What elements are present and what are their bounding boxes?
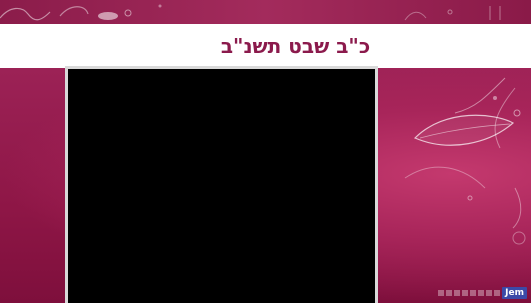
brand-logo: Jem xyxy=(438,287,527,299)
leaf-ornament-decoration xyxy=(404,77,526,245)
logo-dots-decoration xyxy=(438,290,501,296)
jem-logo: Jem xyxy=(502,287,527,299)
top-decorative-band xyxy=(0,0,531,24)
floral-swirl-decoration xyxy=(0,4,501,21)
page-title: כ"ב שבט תשנ"ב xyxy=(220,34,371,58)
title-bar: כ"ב שבט תשנ"ב xyxy=(0,24,531,68)
video-player[interactable] xyxy=(65,66,378,303)
video-screen[interactable] xyxy=(68,69,375,303)
